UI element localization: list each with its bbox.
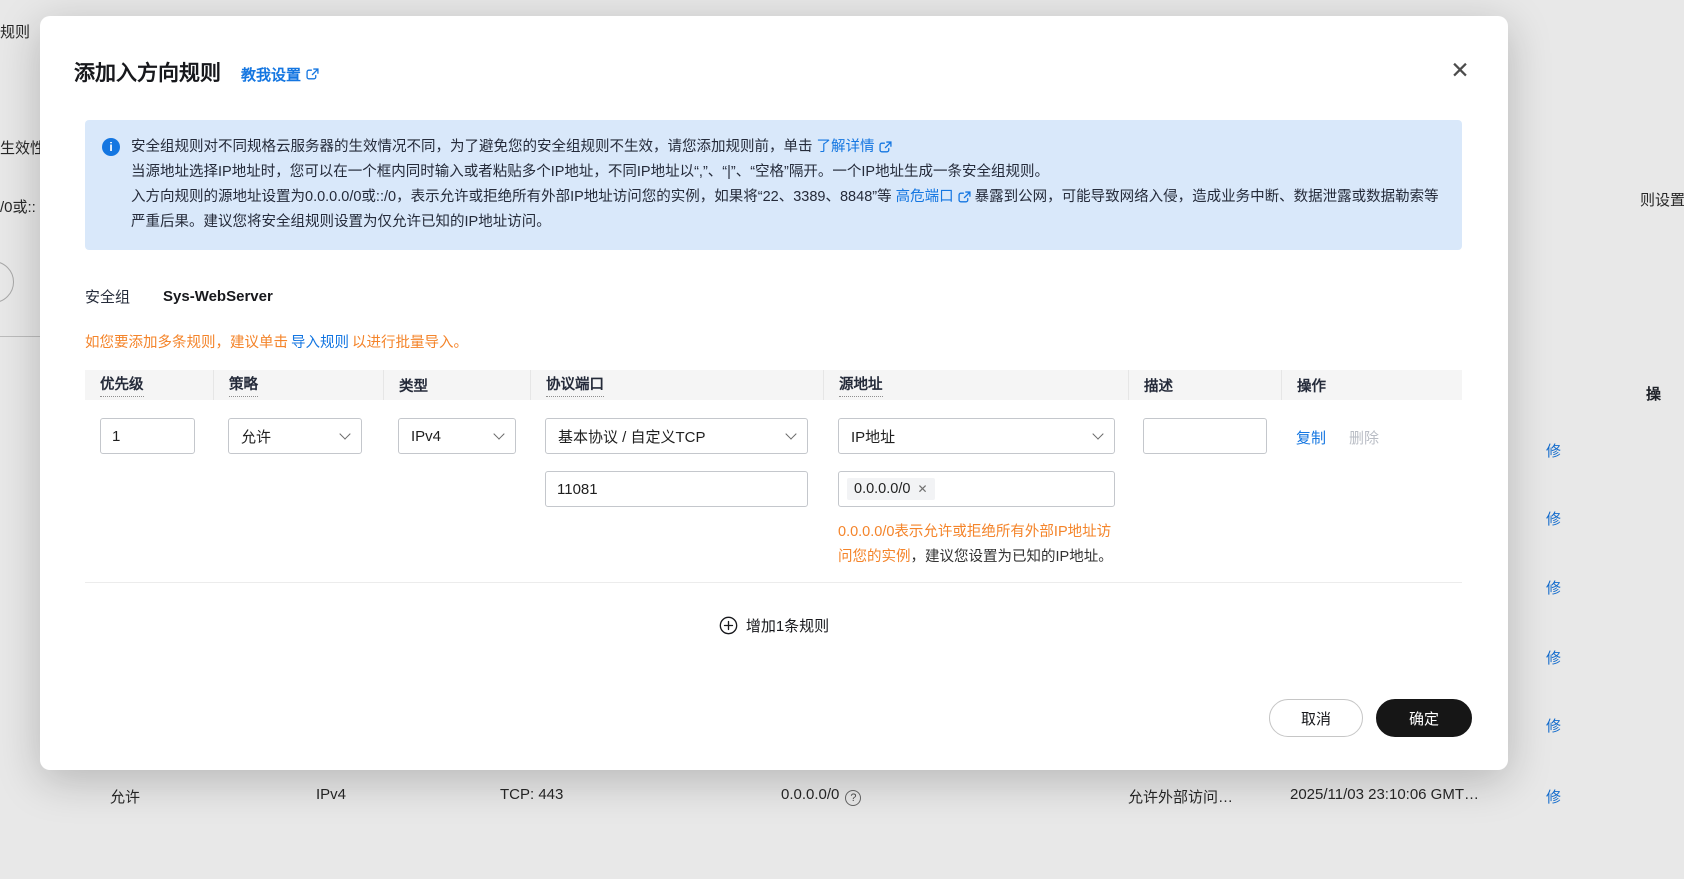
rule-row: 允许 IPv4 基本协议 / 自定义TCP: [85, 400, 1462, 582]
remove-chip-icon[interactable]: ✕: [917, 483, 927, 495]
priority-cell: [85, 418, 213, 570]
source-help-label[interactable]: 源地址: [839, 373, 883, 397]
add-rule-row: 增加1条规则: [40, 615, 1508, 636]
protocol-help-label[interactable]: 协议端口: [546, 373, 604, 397]
security-group-label: 安全组: [85, 289, 131, 306]
external-link-icon: [958, 191, 971, 203]
protocol-select-value: 基本协议 / 自定义TCP: [558, 428, 706, 446]
source-warning-rest: ，建议您设置为已知的IP地址。: [910, 549, 1113, 565]
chevron-down-icon: [339, 428, 351, 440]
port-input[interactable]: [545, 471, 808, 507]
source-warning: 0.0.0.0/0表示允许或拒绝所有外部IP地址访问您的实例，建议您设置为已知的…: [838, 520, 1115, 570]
teach-me-setup-link[interactable]: 教我设置: [241, 64, 319, 85]
info-alert: i 安全组规则对不同规格云服务器的生效情况不同，为了避免您的安全组规则不生效，请…: [85, 120, 1462, 250]
chevron-down-icon: [785, 428, 797, 440]
operation-cell: 复制 删除: [1281, 418, 1461, 570]
import-rules-link[interactable]: 导入规则: [291, 331, 349, 352]
header-type: 类型: [383, 370, 530, 400]
header-priority: 优先级: [85, 370, 213, 400]
protocol-cell: 基本协议 / 自定义TCP: [530, 418, 823, 570]
add-inbound-rule-dialog: ✕ 添加入方向规则 教我设置 i 安全组规则对不同规格云服务器的生效情况不同，为…: [40, 16, 1508, 770]
confirm-button[interactable]: 确定: [1375, 699, 1472, 737]
dialog-footer: 取消 确定: [1268, 699, 1472, 737]
policy-help-label[interactable]: 策略: [229, 373, 258, 397]
header-source: 源地址: [823, 370, 1128, 400]
alert-line1: 安全组规则对不同规格云服务器的生效情况不同，为了避免您的安全组规则不生效，请您添…: [131, 139, 813, 155]
type-cell: IPv4: [383, 418, 530, 570]
copy-rule-link[interactable]: 复制: [1296, 427, 1326, 448]
dialog-header: 添加入方向规则 教我设置: [40, 16, 1508, 88]
import-tip-prefix: 如您要添加多条规则，建议单击: [85, 335, 288, 351]
chevron-down-icon: [1092, 428, 1104, 440]
source-ip-chip-label: 0.0.0.0/0: [854, 481, 911, 497]
source-ip-chip: 0.0.0.0/0 ✕: [847, 478, 935, 500]
type-select[interactable]: IPv4: [398, 418, 516, 454]
description-cell: [1128, 418, 1281, 570]
priority-help-label[interactable]: 优先级: [100, 373, 144, 397]
security-group-value: Sys-WebServer: [163, 288, 273, 305]
policy-cell: 允许: [213, 418, 383, 570]
header-description: 描述: [1128, 370, 1281, 400]
header-protocol: 协议端口: [530, 370, 823, 400]
header-policy: 策略: [213, 370, 383, 400]
close-icon[interactable]: ✕: [1444, 54, 1476, 86]
alert-line2: 当源地址选择IP地址时，您可以在一个框内同时输入或者粘贴多个IP地址，不同IP地…: [131, 164, 1050, 180]
source-type-select-value: IP地址: [851, 428, 896, 446]
plus-circle-icon: [719, 616, 738, 635]
source-ip-input[interactable]: 0.0.0.0/0 ✕: [838, 471, 1115, 507]
learn-more-link[interactable]: 了解详情: [817, 135, 892, 160]
policy-select[interactable]: 允许: [228, 418, 362, 454]
source-cell: IP地址 0.0.0.0/0 ✕ 0.0.0.0/0表示允许或拒绝所有外部IP地…: [823, 418, 1128, 570]
external-link-icon: [306, 67, 319, 79]
type-select-value: IPv4: [411, 427, 442, 445]
external-link-icon: [878, 141, 892, 153]
info-icon: i: [102, 138, 120, 156]
alert-line3: 入方向规则的源地址设置为0.0.0.0/0或::/0，表示允许或拒绝所有外部IP…: [131, 189, 892, 205]
teach-me-setup-label: 教我设置: [241, 66, 302, 84]
rule-table-header: 优先级 策略 类型 协议端口 源地址 描述 操作: [85, 370, 1462, 400]
cancel-button[interactable]: 取消: [1268, 699, 1363, 737]
dialog-title: 添加入方向规则: [74, 62, 221, 85]
import-tip-suffix: 以进行批量导入。: [352, 335, 468, 351]
security-group-row: 安全组 Sys-WebServer: [85, 286, 1462, 307]
source-type-select[interactable]: IP地址: [838, 418, 1115, 454]
chevron-down-icon: [493, 428, 505, 440]
header-operation: 操作: [1281, 370, 1461, 400]
add-rule-button[interactable]: 增加1条规则: [719, 615, 829, 636]
info-alert-text: 安全组规则对不同规格云服务器的生效情况不同，为了避免您的安全组规则不生效，请您添…: [131, 135, 1442, 235]
delete-rule-link: 删除: [1349, 430, 1380, 447]
description-input[interactable]: [1143, 418, 1267, 454]
protocol-select[interactable]: 基本协议 / 自定义TCP: [545, 418, 808, 454]
add-rule-label: 增加1条规则: [745, 618, 830, 635]
screen: 规则 生效性 /0或:: 则设置为 操 修 修 修 修 修 允许 IPv4 TC…: [0, 0, 1684, 879]
rule-table: 优先级 策略 类型 协议端口 源地址 描述 操作 允许: [85, 370, 1462, 583]
priority-input[interactable]: [100, 418, 195, 454]
policy-select-value: 允许: [241, 428, 272, 446]
import-tip: 如您要添加多条规则，建议单击 导入规则 以进行批量导入。: [85, 331, 1462, 352]
high-risk-ports-link[interactable]: 高危端口: [896, 185, 971, 210]
